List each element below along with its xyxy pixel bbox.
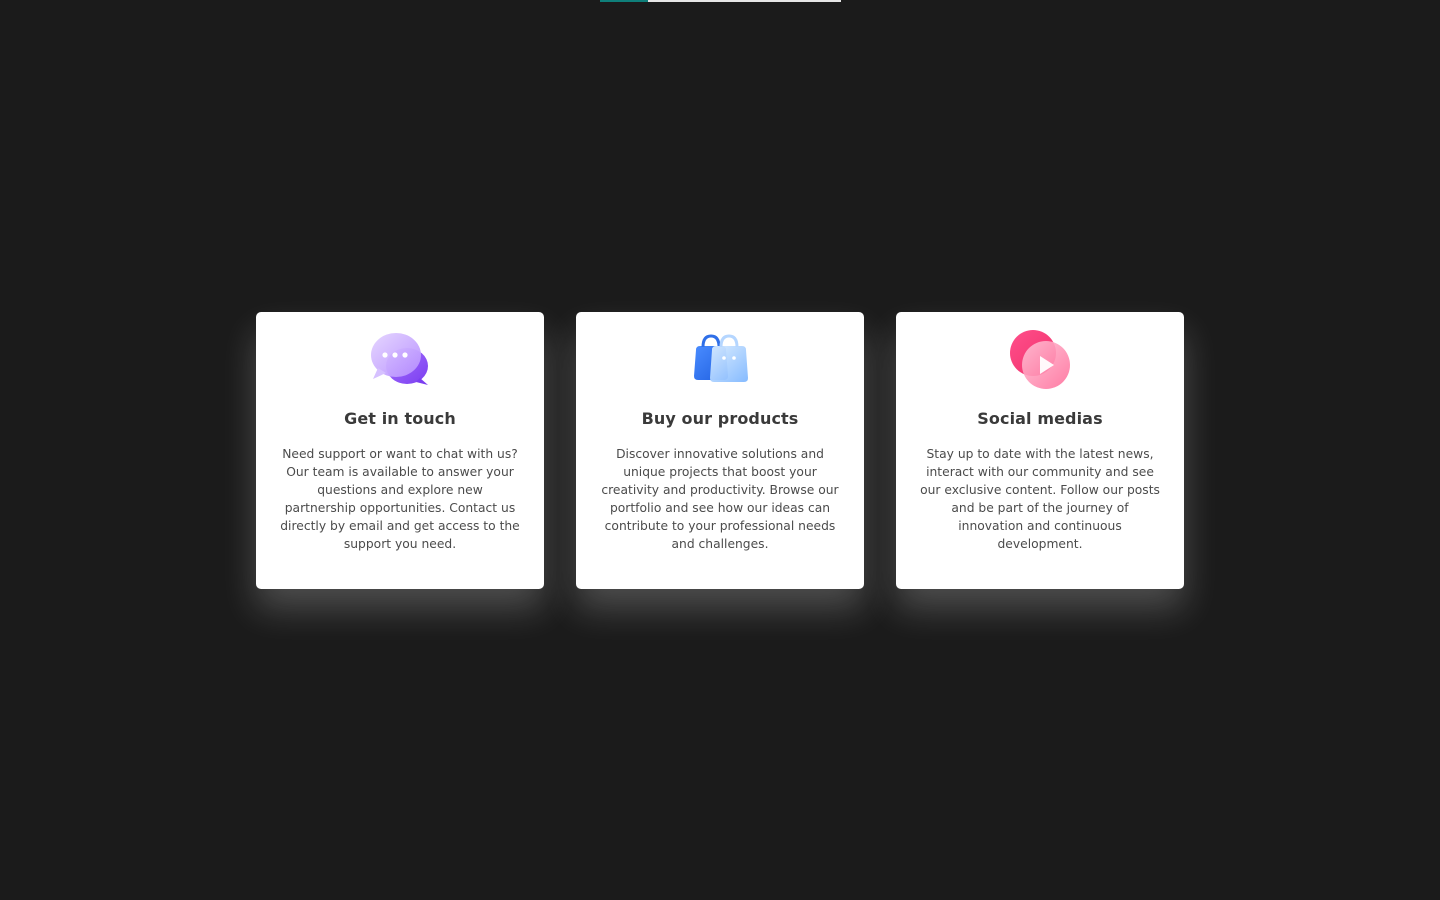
top-progress-bar: [600, 0, 841, 2]
card-title: Social medias: [977, 409, 1103, 428]
card-description: Need support or want to chat with us? Ou…: [280, 447, 520, 551]
shopping-bags-icon: [694, 334, 748, 382]
progress-fill: [600, 0, 649, 2]
chat-bubbles-icon: [371, 333, 428, 385]
card-title: Buy our products: [641, 409, 799, 428]
cards-row: Get in touch Need support or want to cha…: [256, 312, 1184, 589]
play-button-icon: [1010, 330, 1070, 389]
card-description: Stay up to date with the latest news, in…: [920, 447, 1160, 551]
card-title: Get in touch: [344, 409, 456, 428]
products-card[interactable]: Buy our products Discover innovative sol…: [576, 312, 864, 589]
social-card[interactable]: Social medias Stay up to date with the l…: [896, 312, 1184, 589]
card-description: Discover innovative solutions and unique…: [601, 447, 839, 551]
contact-card[interactable]: Get in touch Need support or want to cha…: [256, 312, 544, 589]
